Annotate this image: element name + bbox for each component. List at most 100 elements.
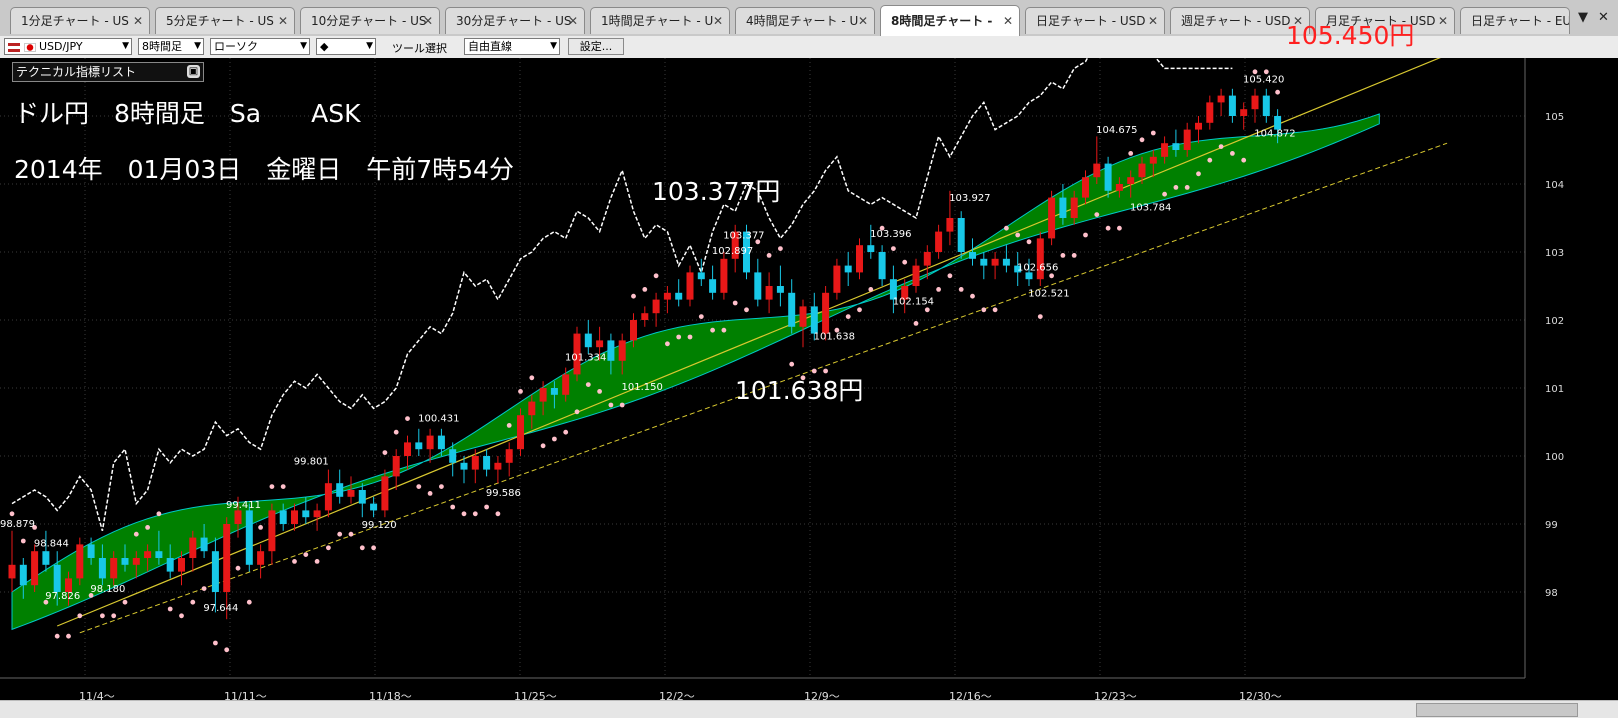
interval-select[interactable]: 8時間足 ▼	[138, 38, 204, 55]
sar-dot	[506, 423, 512, 428]
annotation-low: 101.638円	[735, 376, 864, 405]
candle-body	[652, 299, 660, 314]
price-label: 98.180	[90, 584, 125, 595]
sar-dot	[269, 484, 275, 489]
candle-body	[709, 279, 717, 293]
candle-body	[449, 449, 457, 463]
scrollbar-thumb[interactable]	[1416, 703, 1578, 717]
candle-body	[1149, 156, 1157, 164]
sar-dot	[585, 382, 591, 387]
candle-body	[460, 462, 468, 470]
color-select[interactable]: ◆ ▼	[316, 38, 376, 55]
tab-daily-usd[interactable]: 日足チャート - USD ✕	[1025, 7, 1165, 34]
tab-daily-eur[interactable]: 日足チャート - EUR/	[1460, 7, 1570, 34]
sar-dot	[235, 565, 241, 571]
y-tick-label: 103	[1545, 248, 1564, 259]
sar-dot	[913, 321, 919, 326]
tab-30min[interactable]: 30分足チャート - US ✕	[445, 7, 585, 34]
tab-dropdown-icon[interactable]: ▼	[1578, 10, 1588, 25]
tab-4hour[interactable]: 4時間足チャート - U ✕	[735, 7, 875, 34]
candle-body	[1183, 129, 1191, 150]
sar-dot	[1049, 273, 1054, 279]
close-icon[interactable]: ✕	[568, 8, 578, 34]
candle-body	[697, 272, 705, 280]
price-label: 103.377	[723, 230, 764, 241]
tab-8hour[interactable]: 8時間足チャート - ✕	[880, 5, 1020, 36]
candle-body	[867, 245, 875, 252]
sar-dot	[518, 389, 523, 394]
tool-select[interactable]: 自由直線 ▼	[464, 38, 560, 55]
tab-10min[interactable]: 10分足チャート - US ✕	[300, 7, 440, 34]
sar-dot	[1015, 232, 1021, 238]
sar-dot	[416, 484, 422, 489]
candle-body	[336, 483, 344, 497]
close-icon[interactable]: ✕	[713, 8, 723, 34]
annotation-high: 103.377円	[652, 177, 781, 206]
tab-1min[interactable]: 1分足チャート - US ✕	[10, 7, 150, 34]
y-tick-label: 104	[1545, 180, 1564, 191]
candle-body	[257, 551, 265, 565]
sar-dot	[145, 525, 151, 530]
candle-body	[471, 456, 479, 470]
expand-icon[interactable]: ▣	[187, 65, 200, 78]
candle-body	[347, 490, 355, 497]
close-icon[interactable]: ✕	[1148, 8, 1158, 34]
candle-body	[121, 558, 129, 565]
sar-dot	[687, 334, 693, 340]
sar-dot	[529, 375, 535, 381]
close-icon[interactable]: ✕	[1438, 8, 1448, 34]
y-tick-label: 98	[1545, 588, 1558, 599]
candle-body	[618, 340, 626, 361]
currency-pair-select[interactable]: USD/JPY ▼	[4, 38, 132, 55]
sar-dot	[1196, 171, 1201, 177]
candle-body	[957, 218, 965, 252]
close-icon[interactable]: ✕	[423, 8, 433, 34]
chart-style-select[interactable]: ローソク ▼	[210, 38, 310, 55]
candle-body	[223, 524, 231, 592]
candle-body	[1206, 102, 1214, 123]
sar-dot	[100, 613, 105, 619]
close-icon[interactable]: ✕	[1003, 6, 1013, 36]
close-icon[interactable]: ✕	[1598, 10, 1609, 25]
candle-body	[234, 510, 242, 524]
candle-body	[279, 510, 287, 524]
candle-body	[562, 374, 570, 395]
candle-body	[166, 558, 174, 572]
candle-body	[1195, 122, 1202, 130]
sar-dot	[902, 259, 908, 265]
tab-5min[interactable]: 5分足チャート - US ✕	[155, 7, 295, 34]
tool-label: ツール選択	[392, 42, 447, 55]
close-icon[interactable]: ✕	[858, 8, 868, 34]
candle-body	[935, 231, 943, 252]
horizontal-scrollbar[interactable]	[0, 700, 1618, 718]
y-tick-label: 100	[1545, 452, 1564, 463]
sar-dot	[766, 253, 772, 258]
price-label: 99.120	[362, 520, 397, 531]
sar-dot	[732, 300, 738, 306]
candle-body	[415, 442, 423, 450]
tab-label: 10分足チャート - US	[311, 14, 427, 28]
sar-dot	[405, 416, 410, 421]
sar-dot	[472, 511, 478, 517]
sar-dot	[495, 511, 501, 517]
indicator-list-panel[interactable]: テクニカル指標リスト ▣	[12, 62, 204, 82]
candle-body	[1228, 95, 1236, 116]
candle-body	[686, 272, 694, 300]
y-tick-label: 101	[1545, 384, 1564, 395]
chevron-down-icon: ▼	[366, 41, 373, 51]
candle-body	[550, 388, 558, 395]
y-tick-label: 99	[1545, 520, 1558, 531]
close-icon[interactable]: ✕	[133, 8, 143, 34]
chart-area[interactable]: 98.879 98.844 97.826 98.180 97.644 99.411 99.8…	[0, 21, 1618, 708]
tab-1hour[interactable]: 1時間足チャート - U ✕	[590, 7, 730, 34]
axis-labels: 989910010110210310410511/4～ 11/11～ 11/18～ 1…	[79, 112, 1564, 703]
sar-dot	[461, 511, 467, 517]
sar-dot	[111, 613, 117, 619]
tab-label: 5分足チャート - US	[166, 14, 274, 28]
interval-label: 8時間足	[142, 40, 182, 53]
candle-body	[991, 258, 999, 266]
sar-dot	[563, 429, 569, 435]
sar-dot	[348, 531, 354, 537]
close-icon[interactable]: ✕	[278, 8, 288, 34]
settings-button[interactable]: 設定...	[568, 38, 624, 55]
